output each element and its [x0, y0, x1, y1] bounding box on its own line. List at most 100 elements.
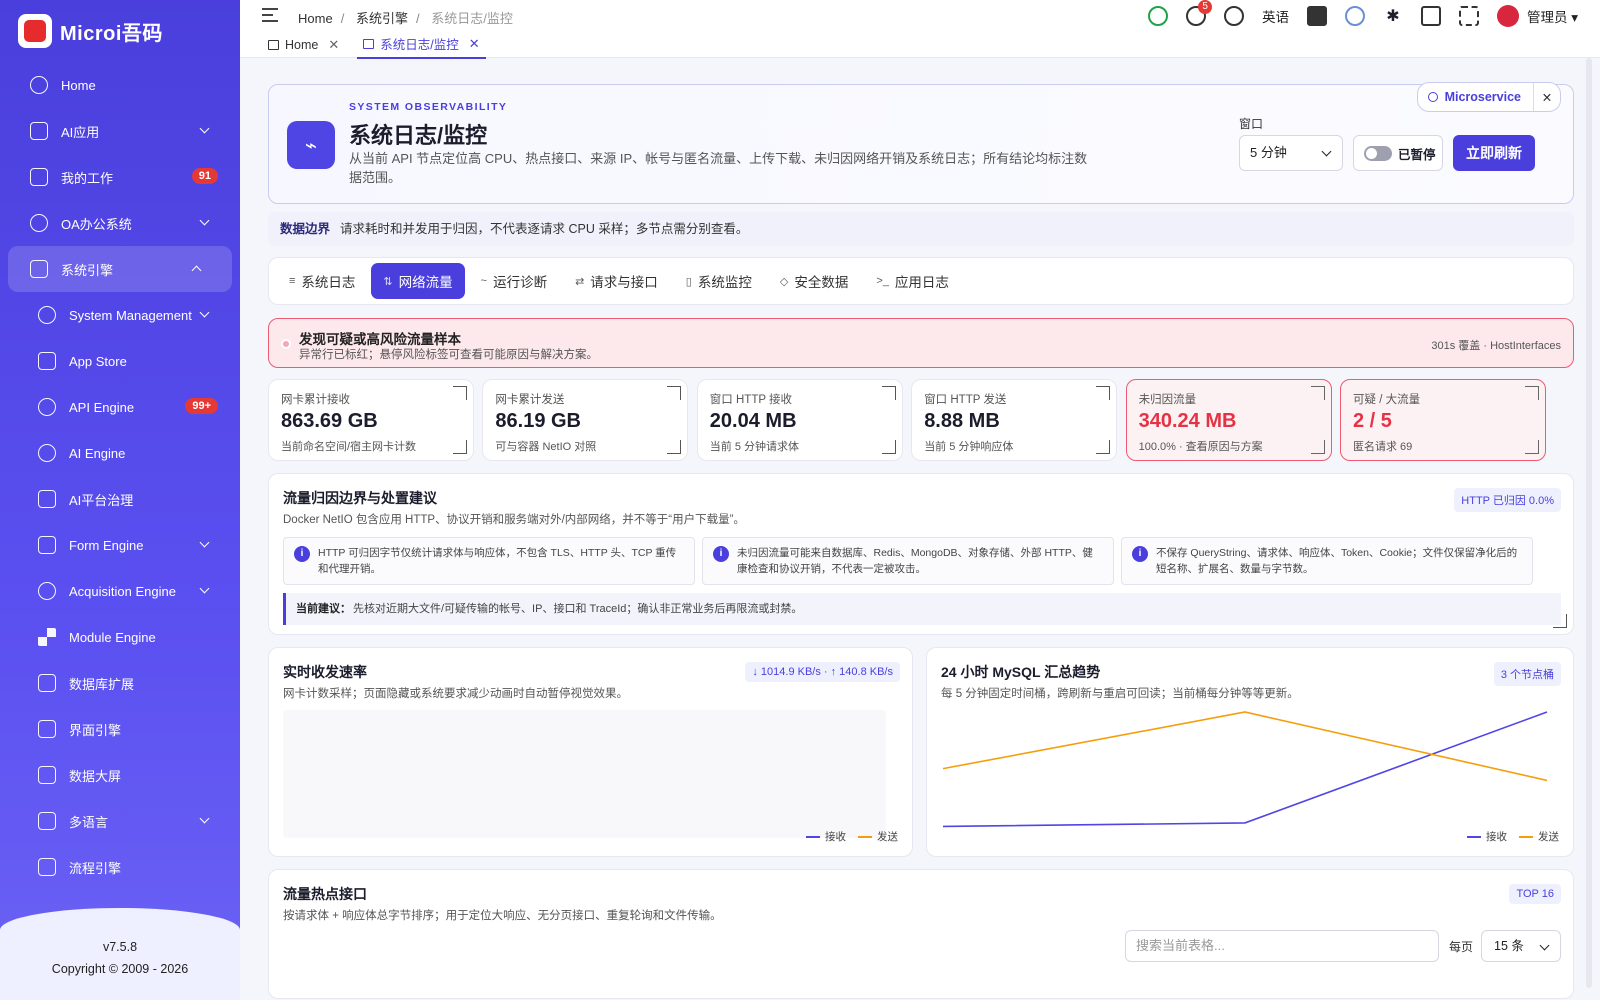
sidebar: Microi吾码 Home AI应用 我的工作 91 OA办公系统 系统引擎 System …: [0, 0, 240, 1000]
sidebar-item[interactable]: Form Engine: [0, 522, 240, 568]
sidebar-item[interactable]: API Engine 99+: [0, 384, 240, 430]
sidebar-item[interactable]: AI应用: [0, 108, 240, 154]
stat-card[interactable]: 网卡累计发送 86.19 GB 可与容器 NetIO 对照: [482, 379, 689, 461]
menu-toggle-icon[interactable]: [262, 8, 278, 22]
pause-label: 已暂停: [1398, 147, 1436, 162]
stat-card[interactable]: 窗口 HTTP 发送 8.88 MB 当前 5 分钟响应体: [911, 379, 1118, 461]
page-tab-home[interactable]: Home ✕: [262, 34, 345, 59]
advice-text: 先核对近期大文件/可疑传输的帐号、IP、接口和 TraceId；确认非正常业务后…: [353, 603, 803, 615]
sidebar-item[interactable]: 多语言: [0, 798, 240, 844]
section-tab[interactable]: ⇄ 请求与接口: [563, 263, 670, 299]
sidebar-item[interactable]: 我的工作 91: [0, 154, 240, 200]
stat-card[interactable]: 网卡累计接收 863.69 GB 当前命名空间/宿主网卡计数: [268, 379, 474, 461]
sidebar-item[interactable]: Home: [0, 62, 240, 108]
sidebar-item-label: 我的工作: [61, 170, 114, 186]
monitor-icon[interactable]: [1420, 6, 1441, 26]
hero-kicker: SYSTEM OBSERVABILITY: [349, 101, 508, 113]
stat-subtitle: 匿名请求 69: [1353, 441, 1413, 453]
panel-title: 流量热点接口: [283, 886, 367, 902]
panel-title: 实时收发速率: [283, 664, 367, 680]
shirt-icon[interactable]: [1306, 6, 1327, 26]
close-icon[interactable]: ✕: [328, 37, 339, 53]
service-tag-button[interactable]: Microservice: [1418, 83, 1534, 111]
pause-toggle[interactable]: 已暂停: [1353, 135, 1443, 171]
stat-card[interactable]: 未归因流量 340.24 MB 100.0% · 查看原因与方案: [1125, 379, 1332, 461]
boundary-title: 数据边界: [280, 222, 331, 236]
robot-icon[interactable]: [1344, 6, 1365, 26]
chevron-up-icon: [191, 265, 202, 276]
count-badge: 99+: [185, 398, 218, 414]
stat-label: 可疑 / 大流量: [1353, 394, 1421, 406]
fullscreen-icon[interactable]: [1458, 6, 1479, 26]
page-size-select[interactable]: 15 条: [1481, 930, 1561, 962]
section-tab[interactable]: ⇅ 网络流量: [371, 263, 465, 299]
breadcrumb-system-engine[interactable]: 系统引擎: [356, 11, 408, 26]
sidebar-item[interactable]: AI平台治理: [0, 476, 240, 522]
data-boundary-note: 数据边界 请求耗时和并发用于归因，不代表逐请求 CPU 采样；多节点需分别查看。: [268, 212, 1574, 246]
sidebar-item[interactable]: AI Engine: [0, 430, 240, 476]
page-size-label: 每页: [1449, 940, 1474, 954]
legend-item[interactable]: 接收: [1467, 829, 1507, 844]
sidebar-item[interactable]: App Store: [0, 338, 240, 384]
legend-item-send[interactable]: 发送: [858, 829, 898, 844]
section-tab[interactable]: ≡ 系统日志: [277, 263, 367, 299]
panel-subtitle: 按请求体 + 响应体总字节排序；用于定位大响应、无分页接口、重复轮询和文件传输。: [283, 910, 722, 922]
panel-subtitle: 网卡计数采样；页面隐藏或系统要求减少动画时自动暂停视觉效果。: [283, 688, 628, 700]
window-label: 窗口: [1239, 117, 1264, 131]
logo-icon: [18, 14, 52, 48]
breadcrumb-home[interactable]: Home: [298, 11, 333, 26]
stat-subtitle: 可与容器 NetIO 对照: [495, 441, 597, 453]
page-scrollbar[interactable]: [1586, 58, 1592, 988]
tab-icon: ~: [480, 275, 488, 287]
breadcrumb: Home / 系统引擎 / 系统日志/监控: [298, 11, 513, 26]
stat-subtitle: 当前命名空间/宿主网卡计数: [281, 441, 417, 453]
sidebar-item[interactable]: Module Engine: [0, 614, 240, 660]
chat-icon[interactable]: [1147, 6, 1168, 26]
window-select[interactable]: 5 分钟: [1239, 135, 1343, 171]
legend-item-receive[interactable]: 接收: [806, 829, 846, 844]
app-version: v7.5.8: [102, 940, 138, 954]
section-tab[interactable]: ◇ 安全数据: [768, 263, 860, 299]
sidebar-item[interactable]: Acquisition Engine: [0, 568, 240, 614]
sidebar-item-label: 界面引擎: [69, 722, 122, 738]
legend-item[interactable]: 发送: [1519, 829, 1559, 844]
close-icon[interactable]: ✕: [469, 36, 480, 52]
flow-attribution-panel: 流量归因边界与处置建议 Docker NetIO 包含应用 HTTP、协议开销和…: [268, 473, 1574, 635]
section-tab[interactable]: >_ 应用日志: [864, 263, 961, 299]
node-bucket-badge: 3 个节点桶: [1493, 662, 1561, 686]
sidebar-item[interactable]: 数据库扩展: [0, 660, 240, 706]
stat-card[interactable]: 窗口 HTTP 接收 20.04 MB 当前 5 分钟请求体: [696, 379, 903, 461]
info-icon: i: [713, 546, 729, 562]
table-search-input[interactable]: 搜索当前表格...: [1125, 930, 1439, 962]
tab-icon: ⇄: [575, 275, 585, 288]
section-tab[interactable]: ~ 运行诊断: [469, 263, 559, 299]
sidebar-item[interactable]: OA办公系统: [0, 200, 240, 246]
sidebar-item[interactable]: System Management: [0, 292, 240, 338]
alert-dot-icon: [281, 339, 291, 349]
page-tab-label: Home: [285, 37, 319, 52]
sidebar-item[interactable]: 界面引擎: [0, 706, 240, 752]
service-tag-label: Microservice: [1444, 90, 1521, 104]
sidebar-footer: v7.5.8 Copyright © 2009 - 2026: [0, 908, 240, 1000]
document-icon: [38, 536, 56, 554]
sidebar-item[interactable]: 流程引擎: [0, 844, 240, 890]
language-switch[interactable]: 英语: [1262, 6, 1289, 26]
sidebar-item[interactable]: 数据大屏: [0, 752, 240, 798]
bell-icon[interactable]: 5: [1185, 0, 1212, 26]
toggle-switch[interactable]: [1364, 145, 1392, 161]
corner-icon: [1096, 440, 1111, 454]
search-icon[interactable]: [1223, 6, 1244, 26]
avatar[interactable]: [1496, 5, 1519, 27]
tab-icon: ▯: [685, 275, 692, 288]
page-tab-system-log[interactable]: 系统日志/监控 ✕: [357, 34, 486, 59]
section-tab[interactable]: ▯ 系统监控: [674, 263, 764, 299]
sidebar-item[interactable]: 系统引擎: [8, 246, 232, 292]
notification-count: 5: [1198, 0, 1212, 14]
stat-card[interactable]: 可疑 / 大流量 2 / 5 匿名请求 69: [1340, 379, 1546, 461]
app-logo[interactable]: Microi吾码: [0, 0, 240, 62]
close-icon[interactable]: ✕: [1534, 90, 1560, 105]
refresh-button[interactable]: 立即刷新: [1453, 135, 1535, 171]
legend-label: 发送: [877, 831, 898, 843]
user-menu[interactable]: 管理员 ▾: [1527, 6, 1578, 26]
bluetooth-icon[interactable]: ✱: [1383, 6, 1403, 26]
